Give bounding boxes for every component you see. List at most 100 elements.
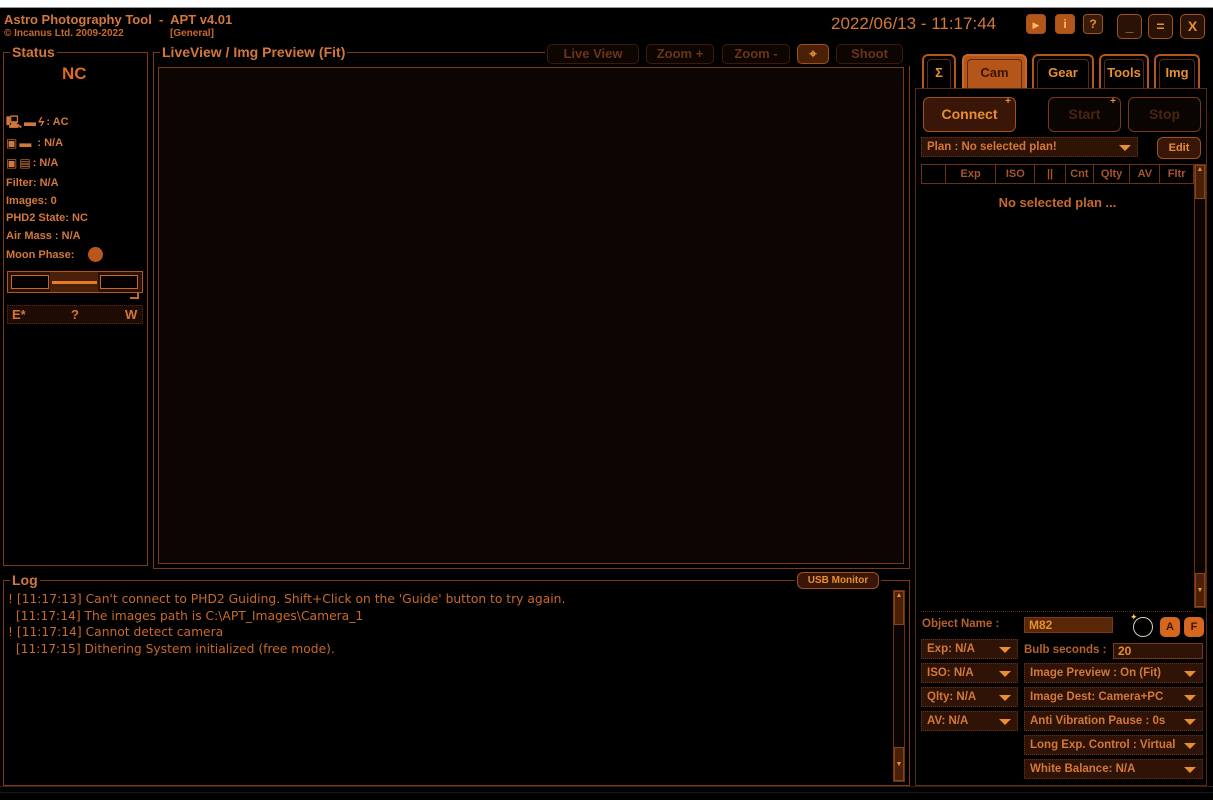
iso-dropdown[interactable]: ISO: N/A bbox=[921, 663, 1018, 683]
close-icon: X bbox=[1187, 18, 1198, 34]
object-name-label: Object Name : bbox=[922, 618, 1000, 630]
image-dest-dropdown[interactable]: Image Dest: Camera+PC bbox=[1024, 687, 1203, 707]
plan-scrollbar[interactable]: ▲ ▼ bbox=[1194, 164, 1206, 608]
log-line: [11:17:14] The images path is C:\APT_Ima… bbox=[8, 609, 364, 623]
anti-vibration-value: Anti Vibration Pause : 0s bbox=[1030, 715, 1166, 727]
plan-dropdown-value: Plan : No selected plan! bbox=[927, 141, 1057, 153]
power-row: 🖳 ▬ ϟ : AC bbox=[6, 116, 69, 128]
tab-img[interactable]: Img bbox=[1154, 54, 1200, 88]
scroll-down-button[interactable]: ▼ bbox=[894, 747, 904, 781]
lightning-icon: ϟ bbox=[38, 115, 45, 129]
start-label: Start bbox=[1068, 106, 1101, 122]
object-search-icon[interactable]: ✦ bbox=[1130, 612, 1153, 637]
crosshair-button[interactable]: ⌖ bbox=[797, 44, 829, 64]
tab-tools[interactable]: Tools bbox=[1099, 54, 1149, 88]
chevron-down-icon bbox=[1119, 145, 1131, 151]
focus-button[interactable]: F bbox=[1184, 617, 1204, 637]
image-preview-dropdown[interactable]: Image Preview : On (Fit) bbox=[1024, 663, 1203, 683]
zoom-in-button[interactable]: Zoom + bbox=[646, 44, 714, 64]
exposure-dropdown[interactable]: Exp: N/A bbox=[921, 639, 1018, 659]
long-exp-control-dropdown[interactable]: Long Exp. Control : Virtual bbox=[1024, 735, 1203, 755]
divider bbox=[921, 611, 1194, 612]
quality-value: Qlty: N/A bbox=[927, 691, 977, 703]
column-header: Cnt bbox=[1066, 165, 1094, 183]
plan-dropdown[interactable]: Plan : No selected plan! bbox=[921, 137, 1138, 157]
log-line: ! [11:17:14] Cannot detect camera bbox=[8, 625, 224, 639]
log-line: [11:17:15] Dithering System initialized … bbox=[8, 642, 335, 656]
play-button[interactable]: ▶ bbox=[1026, 14, 1046, 34]
column-header: Fltr bbox=[1167, 168, 1186, 180]
moon-phase-icon bbox=[88, 247, 104, 262]
object-name-input[interactable]: M82 bbox=[1024, 617, 1113, 633]
live-view-button[interactable]: Live View bbox=[547, 44, 639, 64]
white-balance-dropdown[interactable]: White Balance: N/A bbox=[1024, 759, 1203, 779]
quality-dropdown[interactable]: Qlty: N/A bbox=[921, 687, 1018, 707]
chevron-down-icon bbox=[999, 647, 1011, 653]
tab-gear[interactable]: Gear bbox=[1032, 54, 1094, 88]
phd2-state: PHD2 State: NC bbox=[6, 212, 88, 224]
maximize-icon: = bbox=[1156, 18, 1165, 34]
chevron-down-icon bbox=[999, 671, 1011, 677]
log-scrollbar[interactable]: ▲ ▼ bbox=[893, 590, 905, 782]
chevron-down-icon bbox=[1184, 767, 1196, 773]
aperture-value: AV: N/A bbox=[927, 715, 969, 727]
sparkle-icon: ✦ bbox=[1130, 612, 1138, 622]
edit-plan-button[interactable]: Edit bbox=[1157, 137, 1201, 159]
anti-vibration-dropdown[interactable]: Anti Vibration Pause : 0s bbox=[1024, 711, 1203, 731]
image-preview-area[interactable] bbox=[158, 67, 904, 564]
east-label: E* bbox=[12, 307, 26, 322]
computer-icon: 🖳 bbox=[6, 115, 23, 129]
start-button[interactable]: Start + bbox=[1048, 96, 1121, 132]
bulb-seconds-input[interactable]: 20 bbox=[1113, 643, 1203, 659]
shoot-button[interactable]: Shoot bbox=[836, 44, 903, 64]
bottom-border bbox=[0, 786, 1213, 787]
play-icon: ▶ bbox=[1032, 20, 1040, 30]
exposure-value: Exp: N/A bbox=[927, 643, 975, 655]
column-header: Qlty bbox=[1094, 165, 1131, 183]
close-button[interactable]: X bbox=[1180, 14, 1205, 39]
column-header: Exp bbox=[946, 165, 997, 183]
slider-handle[interactable] bbox=[52, 281, 97, 284]
help-button[interactable]: ? bbox=[1083, 14, 1103, 34]
scroll-up-button[interactable]: ▲ bbox=[1195, 165, 1205, 199]
maximize-button[interactable]: = bbox=[1148, 14, 1173, 39]
info-icon: i bbox=[1063, 17, 1067, 31]
camera-storage-row: ▣ ▤ : N/A bbox=[6, 157, 58, 169]
datetime: 2022/06/13 - 11:17:44 bbox=[831, 14, 997, 33]
bulb-seconds-label: Bulb seconds : bbox=[1024, 644, 1107, 656]
usb-monitor-button[interactable]: USB Monitor bbox=[797, 572, 879, 589]
connect-button[interactable]: Connect + bbox=[923, 96, 1016, 132]
aperture-dropdown[interactable]: AV: N/A bbox=[921, 711, 1018, 731]
column-header: ISO bbox=[996, 165, 1036, 183]
connect-label: Connect bbox=[941, 106, 998, 122]
tab-summary[interactable]: Σ bbox=[922, 54, 956, 88]
camera-icon: ▣ bbox=[6, 136, 18, 150]
auto-button[interactable]: A bbox=[1160, 617, 1180, 637]
log-label: Log bbox=[10, 572, 40, 588]
meridian-indicator: E* ? W bbox=[7, 305, 143, 324]
images-count: Images: 0 bbox=[6, 195, 57, 207]
plus-icon: + bbox=[1005, 96, 1011, 107]
bottom-border-outer bbox=[0, 792, 1213, 793]
log-line: ! [11:17:13] Can't connect to PHD2 Guidi… bbox=[8, 592, 566, 606]
copyright: © Incanus Ltd. 2009-2022 bbox=[4, 28, 124, 39]
image-dest-value: Image Dest: Camera+PC bbox=[1030, 691, 1164, 703]
moon-phase-row: Moon Phase: bbox=[6, 247, 104, 262]
plus-icon: + bbox=[1110, 96, 1116, 107]
camera-storage-value: : N/A bbox=[32, 157, 59, 169]
window-top-strip bbox=[0, 0, 1213, 8]
stop-button[interactable]: Stop bbox=[1128, 97, 1201, 132]
slider-right-well bbox=[100, 275, 138, 289]
scroll-down-button[interactable]: ▼ bbox=[1195, 573, 1205, 607]
chevron-down-icon bbox=[999, 695, 1011, 701]
battery-icon: ▬ bbox=[19, 136, 32, 150]
tab-cam[interactable]: Cam bbox=[962, 54, 1027, 88]
minimize-button[interactable]: _ bbox=[1117, 14, 1142, 39]
info-button[interactable]: i bbox=[1055, 14, 1075, 34]
zoom-out-button[interactable]: Zoom - bbox=[722, 44, 790, 64]
camera-battery-row: ▣ ▬ : N/A bbox=[6, 137, 63, 149]
column-header bbox=[922, 165, 946, 183]
focuser-slider[interactable] bbox=[7, 271, 143, 293]
scroll-up-button[interactable]: ▲ bbox=[894, 591, 904, 625]
moon-phase-label: Moon Phase: bbox=[6, 248, 75, 261]
